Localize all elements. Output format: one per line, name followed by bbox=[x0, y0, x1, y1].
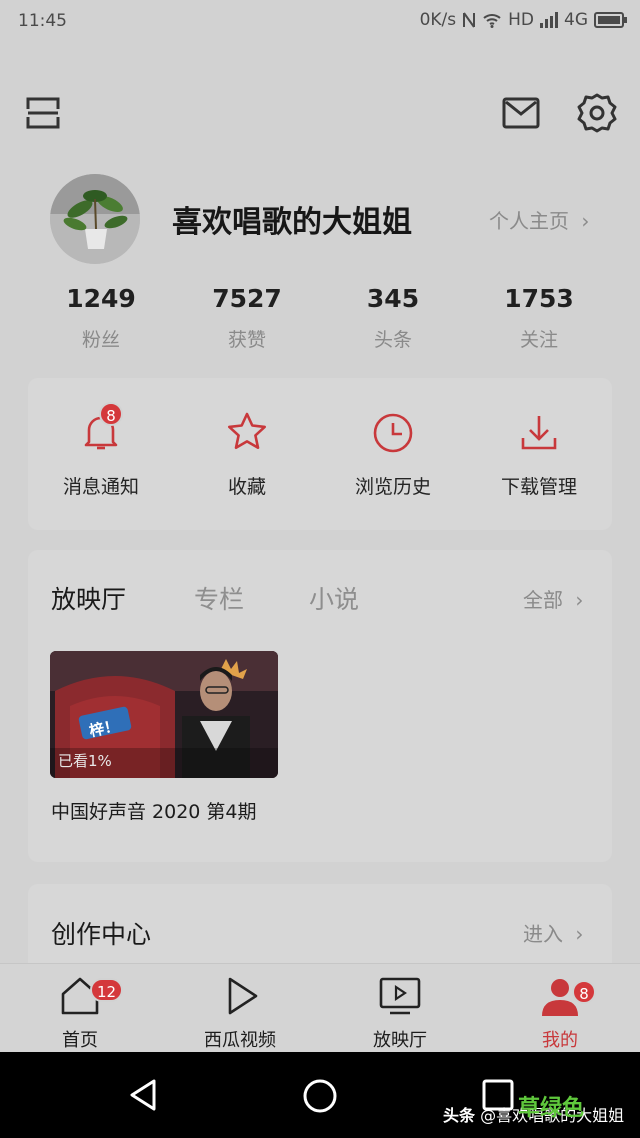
stat-value: 345 bbox=[366, 284, 420, 313]
system-nav-bar: 头条 @喜欢唱歌的大姐姐 草绿色 bbox=[0, 1052, 640, 1138]
nav-label: 西瓜视频 bbox=[204, 1030, 276, 1051]
video-thumbnail[interactable]: 梓！ 已看1% bbox=[50, 651, 278, 778]
mine-badge: 8 bbox=[572, 980, 596, 1004]
nav-home[interactable]: 12 首页 bbox=[20, 974, 140, 1052]
history-button[interactable]: 浏览历史 bbox=[323, 410, 463, 499]
view-all-link[interactable]: 全部 › bbox=[523, 584, 583, 613]
nav-label: 我的 bbox=[542, 1030, 578, 1051]
clock-icon bbox=[371, 410, 415, 454]
creator-center-title: 创作中心 bbox=[51, 920, 152, 949]
bottom-nav: 12 首页 西瓜视频 放映厅 8 我的 bbox=[0, 963, 640, 1052]
avatar[interactable] bbox=[50, 174, 140, 264]
watch-progress: 已看1% bbox=[58, 752, 112, 770]
signal-icon bbox=[540, 12, 558, 28]
status-icons: 0K/s HD 4G bbox=[420, 10, 628, 30]
home-circle-icon[interactable] bbox=[302, 1078, 338, 1114]
username: 喜欢唱歌的大姐姐 bbox=[172, 205, 412, 240]
tv-icon bbox=[379, 977, 421, 1015]
quick-action-label: 下载管理 bbox=[500, 476, 577, 498]
scan-icon[interactable] bbox=[23, 93, 63, 133]
tab-cinema[interactable]: 放映厅 bbox=[51, 580, 126, 616]
home-badge: 12 bbox=[90, 978, 124, 1002]
network-type: 4G bbox=[564, 10, 588, 30]
quick-action-label: 消息通知 bbox=[62, 476, 139, 498]
nav-cinema[interactable]: 放映厅 bbox=[340, 974, 460, 1052]
tab-column[interactable]: 专栏 bbox=[194, 580, 244, 616]
hd-label: HD bbox=[508, 10, 534, 30]
stat-label: 关注 bbox=[519, 329, 558, 351]
homepage-link[interactable]: 个人主页 › bbox=[489, 205, 589, 234]
favorites-button[interactable]: 收藏 bbox=[177, 410, 317, 499]
stat-likes[interactable]: 7527 获赞 bbox=[187, 284, 307, 352]
stat-posts[interactable]: 345 头条 bbox=[333, 284, 453, 352]
quick-action-label: 收藏 bbox=[227, 476, 266, 498]
nav-xigua-video[interactable]: 西瓜视频 bbox=[180, 974, 300, 1052]
overlay-text: 草绿色 bbox=[518, 1096, 585, 1121]
nfc-icon bbox=[463, 12, 476, 28]
chevron-right-icon: › bbox=[575, 588, 584, 612]
status-bar: 11:45 0K/s HD 4G bbox=[0, 0, 640, 44]
nav-mine[interactable]: 8 我的 bbox=[500, 974, 620, 1052]
download-icon bbox=[517, 410, 561, 454]
status-time: 11:45 bbox=[18, 11, 67, 31]
back-icon[interactable] bbox=[128, 1078, 158, 1112]
mail-icon[interactable] bbox=[501, 93, 541, 133]
stat-fans[interactable]: 1249 粉丝 bbox=[41, 284, 161, 352]
nav-label: 放映厅 bbox=[373, 1030, 427, 1051]
play-icon bbox=[228, 977, 258, 1015]
watermark-prefix: 头条 bbox=[443, 1106, 476, 1125]
stat-value: 7527 bbox=[212, 284, 282, 313]
tab-novel[interactable]: 小说 bbox=[309, 580, 359, 616]
stat-value: 1753 bbox=[504, 284, 574, 313]
battery-icon bbox=[594, 12, 627, 28]
stat-following[interactable]: 1753 关注 bbox=[479, 284, 599, 352]
stat-label: 粉丝 bbox=[81, 329, 120, 351]
bell-icon: 8 bbox=[79, 402, 123, 454]
stat-label: 获赞 bbox=[227, 329, 266, 351]
downloads-button[interactable]: 下载管理 bbox=[469, 410, 609, 499]
quick-action-label: 浏览历史 bbox=[354, 476, 431, 498]
video-title[interactable]: 中国好声音 2020 第4期 bbox=[51, 797, 257, 824]
homepage-link-label: 个人主页 bbox=[489, 209, 569, 233]
notifications-button[interactable]: 8 消息通知 bbox=[31, 402, 171, 499]
chevron-right-icon: › bbox=[575, 922, 584, 946]
stat-value: 1249 bbox=[66, 284, 136, 313]
creator-enter-link[interactable]: 进入 › bbox=[523, 918, 583, 947]
stat-label: 头条 bbox=[373, 329, 412, 351]
wifi-icon bbox=[483, 14, 501, 28]
gear-icon[interactable] bbox=[577, 93, 617, 133]
star-icon bbox=[225, 410, 269, 454]
notification-badge: 8 bbox=[99, 402, 123, 426]
chevron-right-icon: › bbox=[581, 209, 590, 233]
view-all-label: 全部 bbox=[523, 588, 563, 612]
network-speed: 0K/s bbox=[419, 10, 457, 30]
nav-label: 首页 bbox=[62, 1030, 98, 1051]
creator-enter-label: 进入 bbox=[523, 922, 563, 946]
